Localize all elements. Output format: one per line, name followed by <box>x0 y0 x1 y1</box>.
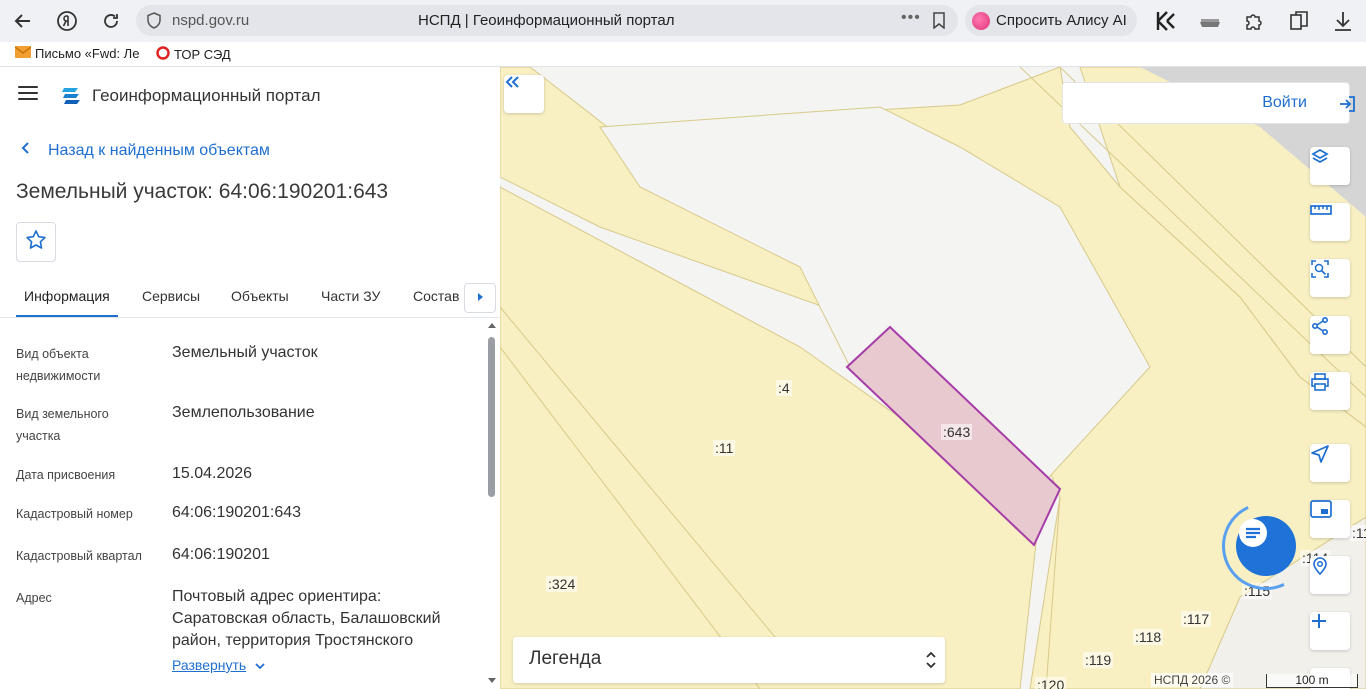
geo-search-button[interactable] <box>1310 556 1350 594</box>
more-options-icon[interactable]: ••• <box>901 9 921 27</box>
tabs-scroll-right-button[interactable] <box>464 283 496 313</box>
menu-icon[interactable] <box>18 86 38 102</box>
extension-hat-icon[interactable] <box>1198 9 1222 33</box>
tab-objects[interactable]: Объекты <box>231 288 289 304</box>
portal-logo-icon <box>60 83 84 112</box>
locate-button[interactable] <box>1310 444 1350 482</box>
parcel-label: :118 <box>1133 629 1164 645</box>
browser-toolbar: nspd.gov.ru НСПД | Геоинформационный пор… <box>0 0 1366 42</box>
zoom-in-button[interactable] <box>1310 612 1350 650</box>
attr-label: Адрес <box>16 591 52 605</box>
back-to-results-link[interactable]: Назад к найденным объектам <box>20 141 270 160</box>
page-tab-title: НСПД | Геоинформационный портал <box>418 12 675 29</box>
address-url[interactable]: nspd.gov.ru <box>172 12 249 29</box>
back-label: Назад к найденным объектам <box>48 141 270 159</box>
login-button[interactable]: Войти <box>1062 82 1355 124</box>
shield-icon <box>146 12 162 34</box>
attr-value: Почтовый адрес ориентира: Саратовская об… <box>172 588 441 649</box>
address-bar[interactable]: nspd.gov.ru НСПД | Геоинформационный пор… <box>136 5 958 36</box>
alice-icon <box>972 12 990 30</box>
collapse-panel-button[interactable] <box>504 75 544 113</box>
parcel-label: :119 <box>1083 652 1114 668</box>
extensions-puzzle-icon[interactable] <box>1242 9 1266 33</box>
expand-link[interactable]: Развернуть <box>172 657 266 673</box>
expand-label: Развернуть <box>172 657 247 673</box>
attr-value: 64:06:190201:643 <box>172 504 302 521</box>
attr-value: Землепользование <box>172 404 315 421</box>
chat-button[interactable] <box>1236 516 1296 576</box>
alice-button[interactable]: Спросить Алису AI <box>965 5 1137 36</box>
scale-bar: 100 m <box>1266 674 1358 688</box>
parcel-label: :113 <box>1350 525 1366 541</box>
map-canvas[interactable] <box>500 67 1366 689</box>
tab-composition[interactable]: Состав <box>413 288 459 304</box>
download-icon[interactable] <box>1331 9 1355 33</box>
chevron-down-icon <box>254 657 266 673</box>
back-arrow-icon[interactable] <box>10 8 36 34</box>
object-title: Земельный участок: 64:06:190201:643 <box>16 180 389 203</box>
bookmark-tor-sed[interactable]: ТОР СЭД <box>156 46 231 63</box>
print-button[interactable] <box>1310 372 1350 410</box>
scroll-up-icon[interactable] <box>488 323 496 328</box>
bookmark-icon[interactable] <box>932 12 946 34</box>
layers-button[interactable] <box>1310 147 1350 185</box>
parcel-label: :117 <box>1181 611 1212 627</box>
map-attribution: НСПД 2026 © <box>1151 673 1234 687</box>
tab-parts[interactable]: Части ЗУ <box>321 288 380 304</box>
legend-label: Легенда <box>529 648 602 669</box>
star-icon <box>25 229 47 256</box>
bookmarks-bar: Письмо «Fwd: Ле ТОР СЭД <box>0 42 1366 67</box>
parcel-label: :120 <box>1035 677 1067 689</box>
tab-information[interactable]: Информация <box>24 288 110 304</box>
bookmark-label: ТОР СЭД <box>174 47 231 62</box>
attr-value: Земельный участок <box>172 344 318 361</box>
ring-icon <box>156 46 170 63</box>
reload-icon[interactable] <box>98 8 124 34</box>
scrollbar-thumb[interactable] <box>488 337 495 497</box>
cadastral-map[interactable]: :4 :11 :643 :324 :115 :117 :118 :119 :12… <box>500 67 1366 689</box>
parcel-label: :11 <box>713 440 736 456</box>
attr-value: 64:06:190201 <box>172 546 270 563</box>
envelope-icon <box>14 46 32 61</box>
scroll-down-icon[interactable] <box>488 678 496 683</box>
login-label: Войти <box>1262 94 1307 111</box>
bookmark-mail[interactable]: Письмо «Fwd: Ле <box>14 46 140 61</box>
favorite-button[interactable] <box>16 222 56 262</box>
alice-label: Спросить Алису AI <box>996 12 1127 29</box>
object-info-panel: Геоинформационный портал Назад к найденн… <box>0 67 500 689</box>
parcel-label: :324 <box>546 576 578 592</box>
extension-k-icon[interactable] <box>1154 9 1178 33</box>
legend-panel[interactable]: Легенда <box>513 637 945 683</box>
parcel-label: :643 <box>941 424 973 440</box>
chevron-left-icon <box>20 141 40 160</box>
active-tab-indicator <box>16 315 118 317</box>
attr-label: Вид объекта недвижимости <box>16 347 101 383</box>
minimap-button[interactable] <box>1310 500 1350 538</box>
measure-button[interactable] <box>1310 203 1350 241</box>
parcel-label: :4 <box>776 380 792 396</box>
tab-services[interactable]: Сервисы <box>142 288 200 304</box>
share-button[interactable] <box>1310 316 1350 354</box>
portal-name: Геоинформационный портал <box>92 86 321 105</box>
info-tabs: Информация Сервисы Объекты Части ЗУ Сост… <box>0 279 500 318</box>
attr-value: 15.04.2026 <box>172 465 253 482</box>
collections-icon[interactable] <box>1287 9 1311 33</box>
select-area-button[interactable] <box>1310 259 1350 297</box>
attr-label: Вид земельного участка <box>16 407 109 443</box>
attr-label: Кадастровый номер <box>16 507 133 521</box>
yandex-logo-icon[interactable] <box>54 8 80 34</box>
attr-label: Дата присвоения <box>16 468 116 482</box>
attr-label: Кадастровый квартал <box>16 549 142 563</box>
bookmark-label: Письмо «Fwd: Ле <box>35 46 140 61</box>
caret-right-icon <box>476 289 484 307</box>
